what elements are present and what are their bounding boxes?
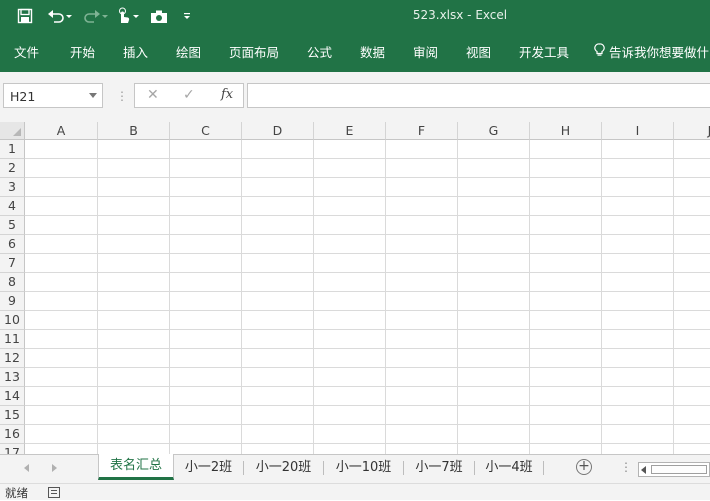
row-header[interactable]: 1 [0, 140, 25, 159]
tab-split-handle-icon[interactable]: ⋮ [620, 460, 632, 474]
enter-icon[interactable]: ✓ [183, 87, 195, 103]
resize-handle-icon[interactable]: ⋮ [116, 89, 128, 103]
window-title: 523.xlsx - Excel [412, 8, 508, 22]
row-header[interactable]: 10 [0, 311, 25, 330]
row-header[interactable]: 9 [0, 292, 25, 311]
column-header[interactable]: C [170, 122, 242, 140]
row-header[interactable]: 4 [0, 197, 25, 216]
sheet-tab[interactable]: 小一10班 [324, 455, 403, 480]
row-header[interactable]: 12 [0, 349, 25, 368]
grid-row-line [25, 367, 710, 368]
grid-row-line [25, 329, 710, 330]
grid-column-line [385, 140, 386, 454]
tab-draw[interactable]: 绘图 [176, 42, 201, 61]
grid-column-line [457, 140, 458, 454]
grid-row-line [25, 310, 710, 311]
sheet-tab[interactable]: 小一20班 [244, 455, 323, 480]
select-all-button[interactable] [0, 122, 25, 140]
grid-row-line [25, 443, 710, 444]
tab-view[interactable]: 视图 [466, 42, 491, 61]
formula-input[interactable] [247, 83, 710, 108]
row-header[interactable]: 16 [0, 425, 25, 444]
column-header[interactable]: B [98, 122, 170, 140]
grid-row-line [25, 291, 710, 292]
row-header[interactable]: 2 [0, 159, 25, 178]
ribbon-tabs: 文件 开始 插入 绘图 页面布局 公式 数据 审阅 视图 开发工具 告诉我你想要… [0, 32, 710, 72]
scrollbar-thumb[interactable] [651, 465, 707, 474]
grid-row-line [25, 272, 710, 273]
tab-file[interactable]: 文件 [14, 42, 39, 61]
row-header[interactable]: 5 [0, 216, 25, 235]
chevron-down-icon[interactable] [89, 93, 97, 98]
grid-row-line [25, 234, 710, 235]
macro-record-icon[interactable] [48, 487, 60, 498]
tab-insert[interactable]: 插入 [123, 42, 148, 61]
tab-divider [543, 461, 544, 475]
column-header[interactable]: J [674, 122, 710, 140]
horizontal-scrollbar[interactable] [638, 462, 710, 477]
column-header[interactable]: D [242, 122, 314, 140]
column-header[interactable]: G [458, 122, 530, 140]
status-text: 就绪 [5, 486, 28, 500]
grid-column-line [529, 140, 530, 454]
row-header[interactable]: 7 [0, 254, 25, 273]
grid-column-line [241, 140, 242, 454]
scroll-right-icon[interactable] [52, 464, 57, 472]
tab-formulas[interactable]: 公式 [307, 42, 332, 61]
row-header[interactable]: 8 [0, 273, 25, 292]
grid-row-line [25, 386, 710, 387]
row-header[interactable]: 13 [0, 368, 25, 387]
grid-row-line [25, 424, 710, 425]
column-header[interactable]: H [530, 122, 602, 140]
grid-column-line [601, 140, 602, 454]
sheet-tabs-bar: 表名汇总 小一2班 小一20班 小一10班 小一7班 小一4班 + ⋮ [0, 454, 710, 483]
lightbulb-icon [594, 43, 605, 60]
grid-column-line [97, 140, 98, 454]
tab-page-layout[interactable]: 页面布局 [229, 42, 279, 61]
tell-me-text: 告诉我你想要做什 [609, 45, 710, 60]
row-header[interactable]: 15 [0, 406, 25, 425]
tab-review[interactable]: 审阅 [413, 42, 438, 61]
formula-buttons: ✕ ✓ fx [134, 83, 244, 108]
sheet-tab-summary[interactable]: 表名汇总 [98, 454, 174, 480]
formula-bar-area: H21 ⋮ ✕ ✓ fx [0, 72, 710, 122]
name-box-value: H21 [10, 89, 36, 104]
cancel-icon[interactable]: ✕ [147, 87, 159, 103]
grid-row-line [25, 405, 710, 406]
tab-developer[interactable]: 开发工具 [519, 42, 569, 61]
title-bar: 523.xlsx - Excel [0, 0, 710, 32]
row-header[interactable]: 17 [0, 444, 25, 454]
worksheet-grid[interactable]: ABCDEFGHIJ 1 2 3 4 5 6 7 8 9 10 11 12 13 14 15 16 17 [0, 122, 710, 454]
sheet-tab[interactable]: 小一7班 [404, 455, 474, 480]
row-header[interactable]: 14 [0, 387, 25, 406]
tab-data[interactable]: 数据 [360, 42, 385, 61]
row-header[interactable]: 6 [0, 235, 25, 254]
grid-row-line [25, 177, 710, 178]
insert-function-button[interactable]: fx [221, 87, 233, 102]
sheet-tab[interactable]: 小一2班 [174, 455, 243, 480]
column-header[interactable]: A [25, 122, 98, 140]
row-header[interactable]: 11 [0, 330, 25, 349]
name-box[interactable]: H21 [3, 83, 103, 108]
grid-row-line [25, 158, 710, 159]
add-sheet-button[interactable]: + [576, 459, 592, 475]
status-bar: 就绪 [0, 483, 710, 500]
column-header[interactable]: F [386, 122, 458, 140]
grid-column-line [169, 140, 170, 454]
column-header[interactable]: E [314, 122, 386, 140]
row-header[interactable]: 3 [0, 178, 25, 197]
grid-column-line [313, 140, 314, 454]
grid-column-line [673, 140, 674, 454]
tell-me-box[interactable]: 告诉我你想要做什 [594, 42, 709, 61]
scroll-left-icon[interactable] [641, 466, 646, 474]
sheet-tab[interactable]: 小一4班 [475, 455, 543, 480]
tab-home[interactable]: 开始 [70, 42, 95, 61]
grid-row-line [25, 215, 710, 216]
grid-row-line [25, 253, 710, 254]
column-header[interactable]: I [602, 122, 674, 140]
grid-row-line [25, 348, 710, 349]
scroll-left-icon[interactable] [24, 464, 29, 472]
grid-row-line [25, 196, 710, 197]
